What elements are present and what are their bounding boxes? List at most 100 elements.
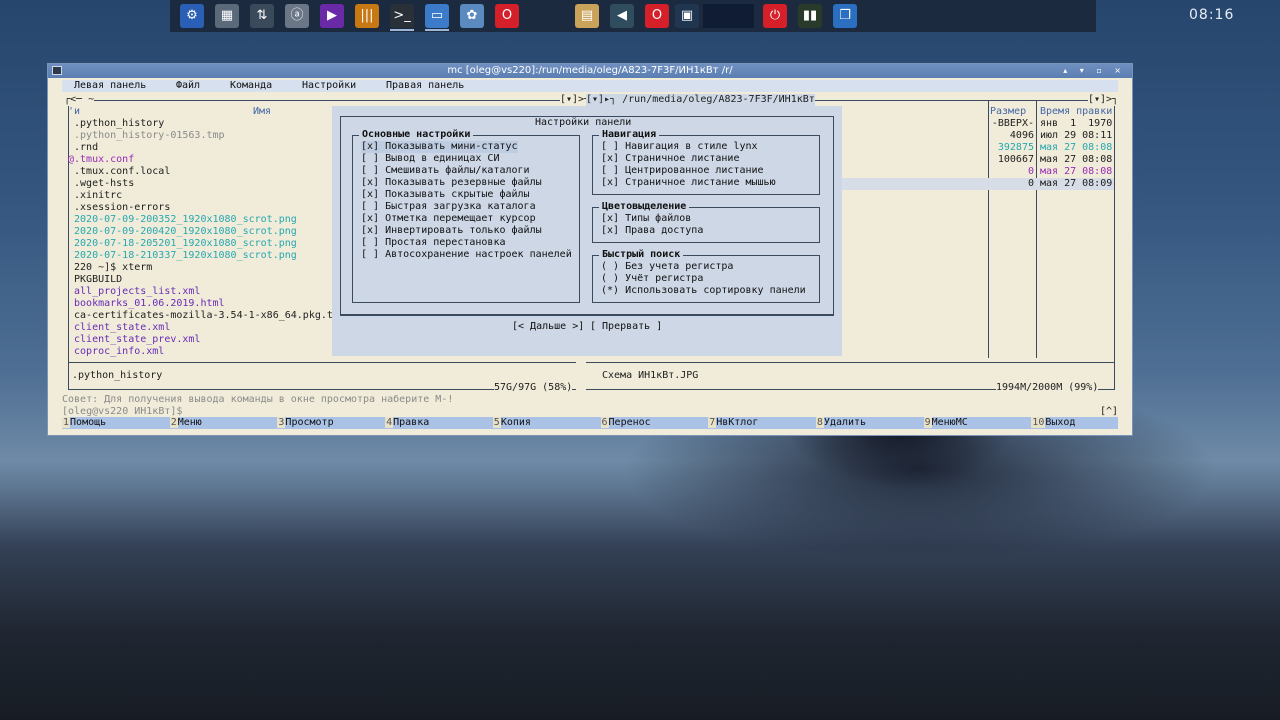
checkbox-option[interactable]: [x] Инвертировать только файлы	[361, 225, 542, 237]
media-player-icon[interactable]: ▶	[320, 4, 344, 28]
checkbox-option[interactable]: [ ] Простая перестановка	[361, 237, 506, 249]
left-sort-indicator[interactable]: 'и	[68, 106, 80, 118]
left-col-name[interactable]: Имя	[253, 106, 271, 118]
list-item[interactable]: .xinitrc	[68, 190, 122, 202]
workspace-preview-2[interactable]	[728, 4, 754, 28]
power-icon[interactable]: ⏻	[763, 4, 787, 28]
list-item[interactable]: 2020-07-18-210337_1920x1080_scrot.png	[68, 250, 297, 262]
cancel-button[interactable]: [ Прервать ]	[590, 321, 662, 333]
fkey-5[interactable]: 5Копия	[492, 417, 531, 429]
clock[interactable]: 08:16	[1189, 7, 1234, 23]
fkey-label: Правка	[393, 417, 430, 428]
terminal-icon[interactable]: >_	[390, 4, 414, 31]
right-panel-path[interactable]: [▾]▸┐ /run/media/oleg/A823-7F3F/ИН1кВт	[586, 94, 815, 106]
list-item[interactable]: ca-certificates-mozilla-3.54-1-x86_64.pk…	[68, 310, 333, 322]
list-item[interactable]: 2020-07-09-200352_1920x1080_scrot.png	[68, 214, 297, 226]
table-row[interactable]: 0 мая 27 08:09	[840, 178, 1114, 190]
time-cell: мая 27 08:08	[1040, 154, 1113, 165]
checkbox-option[interactable]: [x] Отметка перемещает курсор	[361, 213, 536, 225]
checkbox-option[interactable]: [x] Показывать мини-статус	[361, 141, 518, 153]
right-free-space: 1994M/2000M (99%)	[996, 382, 1099, 394]
right-col-size[interactable]: Размер	[990, 106, 1026, 118]
fkey-4[interactable]: 4Правка	[385, 417, 429, 429]
volume-icon[interactable]: ◀	[610, 4, 634, 28]
panel-settings-dialog[interactable]: Настройки панели Основные настройки [x] …	[332, 106, 842, 356]
hint-line: Совет: Для получения вывода команды в ок…	[62, 394, 454, 405]
menu-right-panel[interactable]: Правая панель	[386, 80, 464, 92]
checkbox-option[interactable]: [x] Страничное листание мышью	[601, 177, 776, 189]
right-panel-controls[interactable]: [▾]>┐	[1088, 94, 1119, 106]
fkey-1[interactable]: 1Помощь	[62, 417, 106, 429]
time-cell: мая 27 08:09	[1040, 178, 1113, 189]
list-item[interactable]: .rnd	[68, 142, 98, 154]
fkey-3[interactable]: 3Просмотр	[277, 417, 334, 429]
size-cell: 392875	[997, 142, 1034, 153]
mc-terminal-window[interactable]: mc [oleg@vs220]:/run/media/oleg/A823-7F3…	[47, 63, 1133, 436]
list-item[interactable]: coproc_info.xml	[68, 346, 164, 358]
checkbox-option[interactable]: [x] Показывать резервные файлы	[361, 177, 542, 189]
menu-file[interactable]: Файл	[176, 80, 200, 92]
fkey-7[interactable]: 7НвКтлог	[708, 417, 758, 429]
list-item[interactable]: .wget-hsts	[68, 178, 134, 190]
list-item[interactable]: client_state.xml	[68, 322, 170, 334]
checkbox-option[interactable]: (*) Использовать сортировку панели	[601, 285, 806, 297]
table-row[interactable]: 0 мая 27 08:08	[840, 166, 1114, 178]
next-button[interactable]: [< Дальше >]	[512, 321, 584, 333]
list-item[interactable]: bookmarks_01.06.2019.html	[68, 298, 225, 310]
top-panel: ⚙ ▦ ⇅ ⓐ ▶ ||| >_ ▭ ✿ O ▤ ◀ O ▣ ⏻ ▮▮ ❐ 08:16	[170, 0, 1233, 32]
checkbox-option[interactable]: [ ] Вывод в единицах СИ	[361, 153, 499, 165]
fkey-6[interactable]: 6Перенос	[600, 417, 651, 429]
paint-icon[interactable]: ✿	[460, 4, 484, 28]
fkey-10[interactable]: 10Выход	[1031, 417, 1075, 429]
list-item[interactable]: @.tmux.conf	[68, 154, 134, 166]
left-panel-path[interactable]: ┌<─ ~	[64, 94, 95, 106]
checkbox-option[interactable]: [ ] Навигация в стиле lynx	[601, 141, 758, 153]
table-row[interactable]: 392875 мая 27 08:08	[840, 142, 1114, 154]
window-titlebar[interactable]: mc [oleg@vs220]:/run/media/oleg/A823-7F3…	[48, 64, 1132, 78]
audio-mixer-icon[interactable]: |||	[355, 4, 379, 28]
checkbox-option[interactable]: [ ] Смешивать файлы/каталоги	[361, 165, 530, 177]
checkbox-option[interactable]: [x] Страничное листание	[601, 153, 739, 165]
workspace-preview-1[interactable]	[703, 4, 729, 28]
list-item[interactable]: all_projects_list.xml	[68, 286, 200, 298]
fkey-9[interactable]: 9МенюМС	[923, 417, 968, 429]
notes-icon[interactable]: ▤	[575, 4, 599, 28]
file-manager-icon[interactable]: ▭	[425, 4, 449, 31]
fkey-2[interactable]: 2Меню	[169, 417, 202, 429]
app-launcher-icon[interactable]: ⚙	[180, 4, 204, 28]
menu-settings[interactable]: Настройки	[302, 80, 356, 92]
checkbox-option[interactable]: [x] Типы файлов	[601, 213, 691, 225]
list-item[interactable]: client_state_prev.xml	[68, 334, 200, 346]
table-row[interactable]: 4096 июл 29 08:11	[840, 130, 1114, 142]
window-controls[interactable]: ▴ ▾ ▫ ×	[1063, 64, 1126, 78]
list-item[interactable]: 220 ~]$ xterm	[68, 262, 152, 274]
list-item[interactable]: .python_history	[68, 118, 164, 130]
window-list-icon[interactable]: ❐	[833, 4, 857, 28]
fkey-8[interactable]: 8Удалить	[815, 417, 866, 429]
table-row[interactable]: -ВВЕРХ-янв 1 1970	[840, 118, 1114, 130]
menu-left-panel[interactable]: Левая панель	[74, 80, 146, 92]
right-col-time[interactable]: Время правки	[1040, 106, 1112, 118]
list-item[interactable]: .tmux.conf.local	[68, 166, 170, 178]
table-row[interactable]: 100667 мая 27 08:08	[840, 154, 1114, 166]
cpu-monitor-icon[interactable]: ▮▮	[798, 4, 822, 28]
browser-icon[interactable]: ⓐ	[285, 4, 309, 28]
checkbox-option[interactable]: [ ] Быстрая загрузка каталога	[361, 201, 536, 213]
checkbox-option[interactable]: [x] Показывать скрытые файлы	[361, 189, 530, 201]
checkbox-option[interactable]: [x] Права доступа	[601, 225, 703, 237]
checkbox-option[interactable]: ( ) Учёт регистра	[601, 273, 703, 285]
list-item[interactable]: 2020-07-18-205201_1920x1080_scrot.png	[68, 238, 297, 250]
calculator-icon[interactable]: ▦	[215, 4, 239, 28]
list-item[interactable]: PKGBUILD	[68, 274, 122, 286]
opera-window-icon[interactable]: O	[645, 4, 669, 28]
checkbox-option[interactable]: ( ) Без учета регистра	[601, 261, 733, 273]
checkbox-option[interactable]: [ ] Автосохранение настроек панелей	[361, 249, 572, 261]
menu-command[interactable]: Команда	[230, 80, 272, 92]
list-item[interactable]: .python_history-01563.tmp	[68, 130, 225, 142]
list-item[interactable]: 2020-07-09-200420_1920x1080_scrot.png	[68, 226, 297, 238]
opera-icon[interactable]: O	[495, 4, 519, 28]
transfer-icon[interactable]: ⇅	[250, 4, 274, 28]
checkbox-option[interactable]: [ ] Центрированное листание	[601, 165, 764, 177]
list-item[interactable]: .xsession-errors	[68, 202, 170, 214]
display-icon[interactable]: ▣	[675, 4, 699, 28]
